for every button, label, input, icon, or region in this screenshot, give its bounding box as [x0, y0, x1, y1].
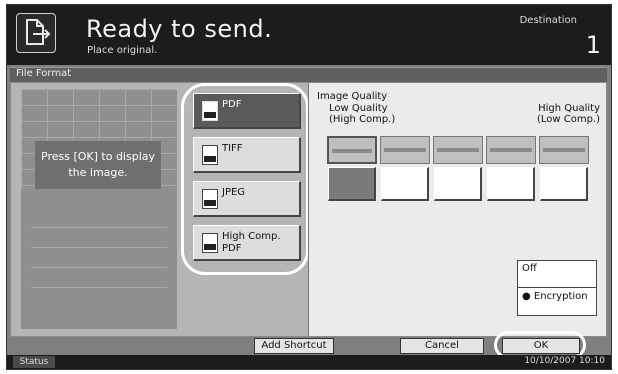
- high-comp-pdf-button[interactable]: High Comp. PDF: [193, 225, 301, 261]
- preview-area: Press [OK] to display the image.: [21, 89, 177, 329]
- bottom-bar: Add Shortcut Cancel OK: [10, 331, 607, 359]
- quality-level-5-button[interactable]: [540, 167, 588, 201]
- quality-thumbnail: [486, 136, 536, 164]
- header: Ready to send. Place original. Destinati…: [7, 5, 611, 65]
- high-quality-label: High Quality (Low Comp.): [536, 103, 600, 125]
- section-title: File Format: [16, 68, 72, 79]
- add-shortcut-button[interactable]: Add Shortcut: [254, 338, 334, 354]
- quality-level-4-button[interactable]: [487, 167, 535, 201]
- encryption-on-option[interactable]: ● Encryption: [522, 291, 588, 302]
- destination-label: Destination: [519, 15, 577, 26]
- status-button[interactable]: Status: [13, 356, 55, 368]
- page-title: Ready to send.: [86, 15, 273, 43]
- pdf-button[interactable]: PDF: [193, 93, 301, 129]
- image-quality-panel: Image Quality Low Quality (High Comp.) H…: [308, 83, 606, 336]
- status-datetime: 10/10/2007 10:10: [524, 356, 605, 366]
- pdf-file-icon: [202, 101, 218, 121]
- section-title-bar: File Format: [10, 67, 607, 82]
- preview-line: [31, 227, 167, 228]
- high-comp-pdf-label: High Comp. PDF: [222, 231, 281, 254]
- tiff-button[interactable]: TIFF: [193, 137, 301, 173]
- status-bar: Status 10/10/2007 10:10: [7, 355, 611, 369]
- encryption-off-option[interactable]: Off: [522, 263, 537, 274]
- image-quality-title: Image Quality: [317, 91, 388, 102]
- low-quality-label: Low Quality (High Comp.): [329, 103, 396, 125]
- encryption-selector[interactable]: Off ● Encryption: [517, 260, 597, 316]
- page-subtitle: Place original.: [87, 45, 158, 56]
- device-screen: Ready to send. Place original. Destinati…: [6, 4, 612, 370]
- quality-thumbnail: [327, 136, 377, 164]
- divider: [518, 287, 596, 288]
- send-icon: [16, 13, 56, 53]
- main-panel: Press [OK] to display the image. PDF TIF…: [10, 82, 607, 337]
- preview-line: [31, 247, 167, 248]
- quality-thumbnail: [433, 136, 483, 164]
- jpeg-file-icon: [202, 189, 218, 209]
- encryption-label: Encryption: [533, 291, 588, 302]
- preview-message: Press [OK] to display the image.: [35, 141, 161, 189]
- jpeg-label: JPEG: [222, 187, 246, 198]
- cancel-button[interactable]: Cancel: [400, 338, 484, 354]
- ok-button[interactable]: OK: [502, 338, 580, 354]
- tiff-file-icon: [202, 145, 218, 165]
- quality-level-2-button[interactable]: [381, 167, 429, 201]
- quality-level-1-button[interactable]: [328, 167, 376, 201]
- quality-level-3-button[interactable]: [434, 167, 482, 201]
- jpeg-button[interactable]: JPEG: [193, 181, 301, 217]
- high-comp-pdf-file-icon: [202, 233, 218, 253]
- tiff-label: TIFF: [222, 143, 243, 154]
- destination-count: 1: [585, 31, 601, 59]
- quality-thumbnail: [380, 136, 430, 164]
- quality-thumbnail: [539, 136, 589, 164]
- pdf-label: PDF: [222, 99, 242, 110]
- preview-line: [31, 267, 167, 268]
- preview-line: [31, 287, 167, 288]
